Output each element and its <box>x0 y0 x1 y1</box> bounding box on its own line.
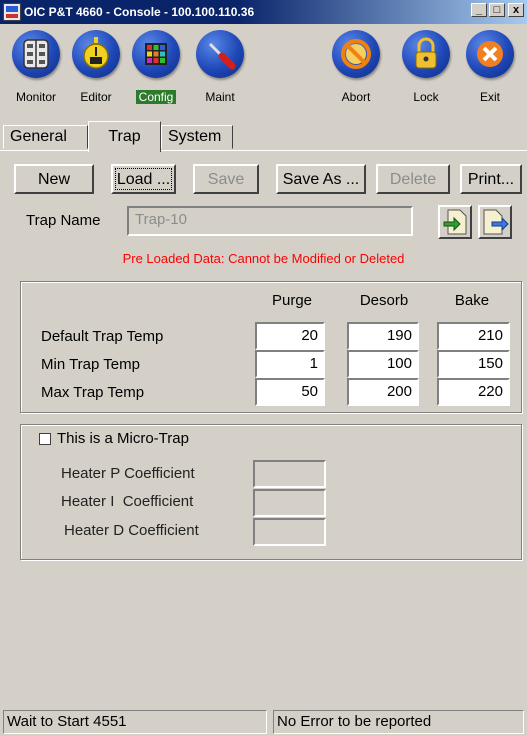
grid-icon <box>132 30 180 78</box>
heater-p-label: Heater P Coefficient <box>61 465 195 482</box>
max-purge-field[interactable]: 50 <box>255 378 325 406</box>
toolbar-exit-button[interactable]: Exit <box>460 30 520 104</box>
row-label-default-trap-temp: Default Trap Temp <box>41 328 164 345</box>
minimize-button[interactable]: _ <box>471 3 487 17</box>
row-label-min-trap-temp: Min Trap Temp <box>41 356 140 373</box>
toolbar-lock-button[interactable]: Lock <box>396 30 456 104</box>
tab-bar: General Trap System <box>0 121 527 152</box>
default-bake-field[interactable]: 210 <box>437 322 510 350</box>
import-icon <box>443 209 467 235</box>
trap-name-label: Trap Name <box>26 212 101 229</box>
heater-d-field[interactable] <box>253 518 326 546</box>
toolbar-editor-label: Editor <box>80 90 112 104</box>
heater-d-label: Heater D Coefficient <box>64 522 199 539</box>
app-icon <box>3 3 21 21</box>
preloaded-warning: Pre Loaded Data: Cannot be Modified or D… <box>122 251 405 266</box>
trap-name-field[interactable]: Trap-10 <box>127 206 413 236</box>
main-toolbar: Monitor Editor Config Maint Abort Lock E… <box>0 24 527 122</box>
monitor-icon <box>12 30 60 78</box>
trap-page: New Load ... Save Save As ... Delete Pri… <box>0 150 527 707</box>
column-header-purge: Purge <box>271 292 313 309</box>
status-left: Wait to Start 4551 <box>3 710 267 734</box>
micro-trap-checkbox[interactable] <box>39 433 51 445</box>
heater-p-field[interactable] <box>253 460 326 488</box>
toolbar-abort-label: Abort <box>341 90 371 104</box>
abort-icon <box>332 30 380 78</box>
toolbar-maint-label: Maint <box>205 90 235 104</box>
export-button[interactable] <box>478 205 512 239</box>
min-purge-field[interactable]: 1 <box>255 350 325 378</box>
toolbar-monitor-label: Monitor <box>15 90 56 104</box>
window-title: OIC P&T 4660 - Console - 100.100.110.36 <box>24 5 255 19</box>
status-right: No Error to be reported <box>273 710 524 734</box>
save-button[interactable]: Save <box>193 164 259 194</box>
screwdriver-icon <box>196 30 244 78</box>
title-bar: OIC P&T 4660 - Console - 100.100.110.36 … <box>0 0 527 24</box>
heater-i-field[interactable] <box>253 489 326 517</box>
micro-trap-group: This is a Micro-Trap Heater P Coefficien… <box>20 424 522 560</box>
print-button[interactable]: Print... <box>460 164 522 194</box>
export-icon <box>483 209 509 235</box>
column-header-desorb: Desorb <box>359 292 409 309</box>
restore-button[interactable]: □ <box>489 3 505 17</box>
micro-trap-checkbox-label: This is a Micro-Trap <box>57 430 189 447</box>
toolbar-abort-button[interactable]: Abort <box>326 30 386 104</box>
close-button[interactable]: x <box>508 3 524 17</box>
default-desorb-field[interactable]: 190 <box>347 322 419 350</box>
save-as-button[interactable]: Save As ... <box>276 164 366 194</box>
column-header-bake: Bake <box>454 292 490 309</box>
tab-general[interactable]: General <box>3 125 88 149</box>
default-purge-field[interactable]: 20 <box>255 322 325 350</box>
tab-trap[interactable]: Trap <box>88 121 161 152</box>
tab-system[interactable]: System <box>161 125 233 149</box>
row-label-max-trap-temp: Max Trap Temp <box>41 384 145 401</box>
toolbar-maint-button[interactable]: Maint <box>190 30 250 104</box>
heater-i-label: Heater I Coefficient <box>61 493 194 510</box>
import-button[interactable] <box>438 205 472 239</box>
toolbar-config-button[interactable]: Config <box>126 30 186 104</box>
delete-button[interactable]: Delete <box>376 164 450 194</box>
toolbar-exit-label: Exit <box>479 90 500 104</box>
stopwatch-icon <box>72 30 120 78</box>
min-desorb-field[interactable]: 100 <box>347 350 419 378</box>
toolbar-config-label: Config <box>135 90 177 104</box>
new-button[interactable]: New <box>14 164 94 194</box>
temperatures-group: Purge Desorb Bake Default Trap Temp 20 1… <box>20 281 522 413</box>
max-desorb-field[interactable]: 200 <box>347 378 419 406</box>
toolbar-monitor-button[interactable]: Monitor <box>6 30 66 104</box>
status-bar: Wait to Start 4551 No Error to be report… <box>0 707 527 736</box>
lock-icon <box>402 30 450 78</box>
max-bake-field[interactable]: 220 <box>437 378 510 406</box>
toolbar-lock-label: Lock <box>413 90 439 104</box>
min-bake-field[interactable]: 150 <box>437 350 510 378</box>
exit-icon <box>466 30 514 78</box>
toolbar-editor-button[interactable]: Editor <box>66 30 126 104</box>
load-button[interactable]: Load ... <box>111 164 176 194</box>
